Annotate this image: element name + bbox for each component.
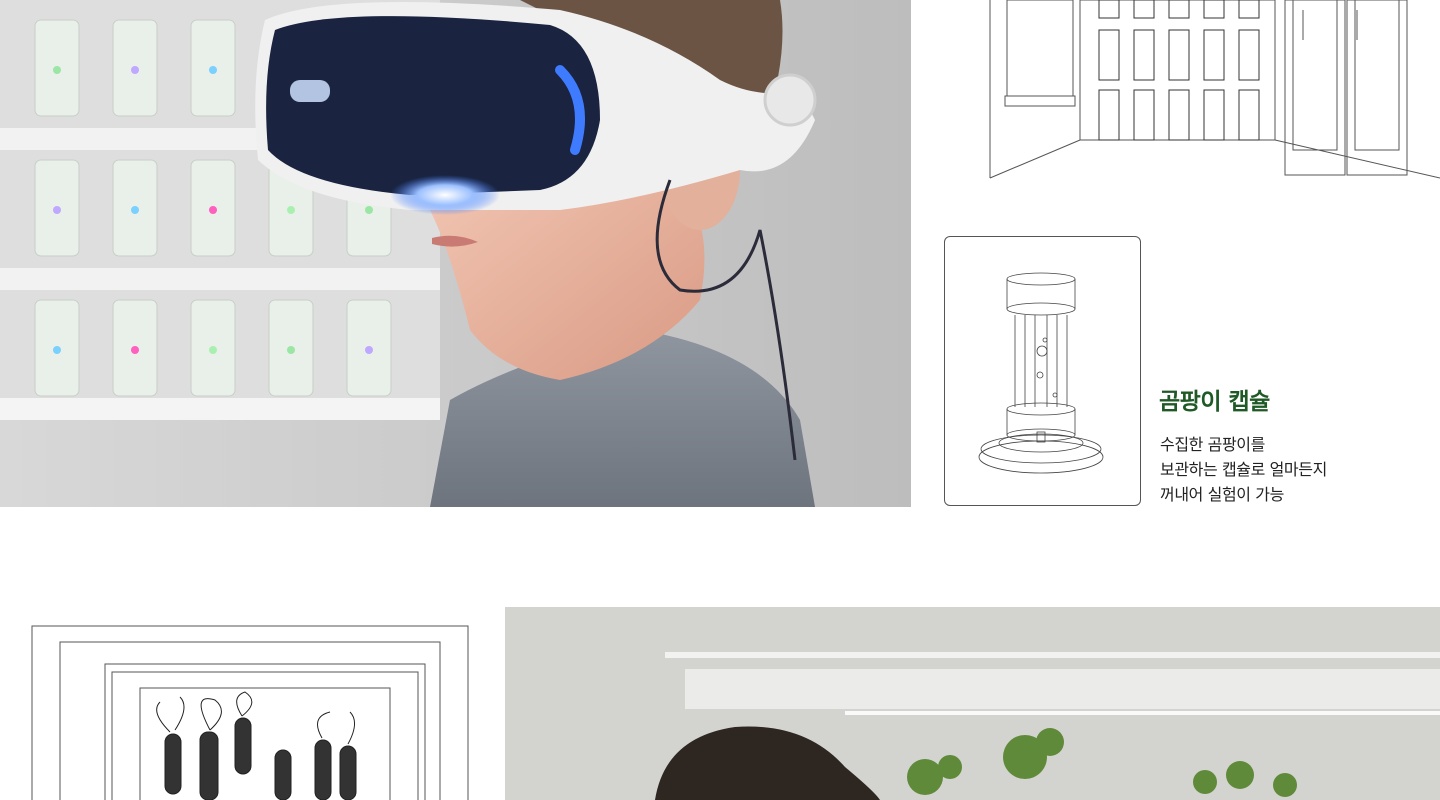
capsule-drawing-card	[944, 236, 1141, 506]
mold-sample-dot	[365, 206, 373, 214]
mold-sample-dot	[131, 346, 139, 354]
mold-sample-dot	[287, 346, 295, 354]
person-with-plants-photo	[505, 607, 1440, 800]
capsule-wireframe-icon	[978, 272, 1104, 474]
sketch-capsule	[1238, 0, 1260, 19]
mold-sample-dot	[209, 206, 217, 214]
sketch-capsule	[1098, 0, 1120, 19]
capsule-title: 곰팡이 캡슐	[1159, 389, 1270, 415]
mold-sample-dot	[209, 346, 217, 354]
framed-plants-line-drawing	[30, 622, 470, 800]
sketch-capsule	[1133, 0, 1155, 19]
mold-sample-dot	[53, 206, 61, 214]
mold-sample-dot	[53, 346, 61, 354]
mold-sample-dot	[53, 66, 61, 74]
capsule-description-line: 꺼내어 실험이 가능	[1160, 485, 1284, 504]
sketch-capsule	[1168, 89, 1190, 141]
sketch-capsule	[1203, 0, 1225, 19]
capsule-description-line: 보관하는 캡슐로 얼마든지	[1160, 460, 1327, 479]
hero-vr-photo	[0, 0, 911, 507]
sketch-capsule	[1098, 89, 1120, 141]
capsule-description: 수집한 곰팡이를 보관하는 캡슐로 얼마든지 꺼내어 실험이 가능	[1160, 432, 1420, 507]
sketch-capsule	[1133, 89, 1155, 141]
shelf-line-drawing	[985, 0, 1440, 180]
capsule-description-line: 수집한 곰팡이를	[1160, 435, 1265, 454]
mold-sample-dot	[287, 206, 295, 214]
sketch-capsule	[1133, 29, 1155, 81]
sketch-capsule	[1168, 0, 1190, 19]
sketch-capsule	[1168, 29, 1190, 81]
mold-sample-dot	[131, 206, 139, 214]
mold-sample-dot	[365, 346, 373, 354]
mold-sample-dot	[131, 66, 139, 74]
sketch-capsule	[1238, 89, 1260, 141]
sketch-capsule	[1203, 29, 1225, 81]
sketch-capsule	[1098, 29, 1120, 81]
sketch-capsule	[1238, 29, 1260, 81]
sketch-capsule	[1203, 89, 1225, 141]
mold-sample-dot	[209, 66, 217, 74]
